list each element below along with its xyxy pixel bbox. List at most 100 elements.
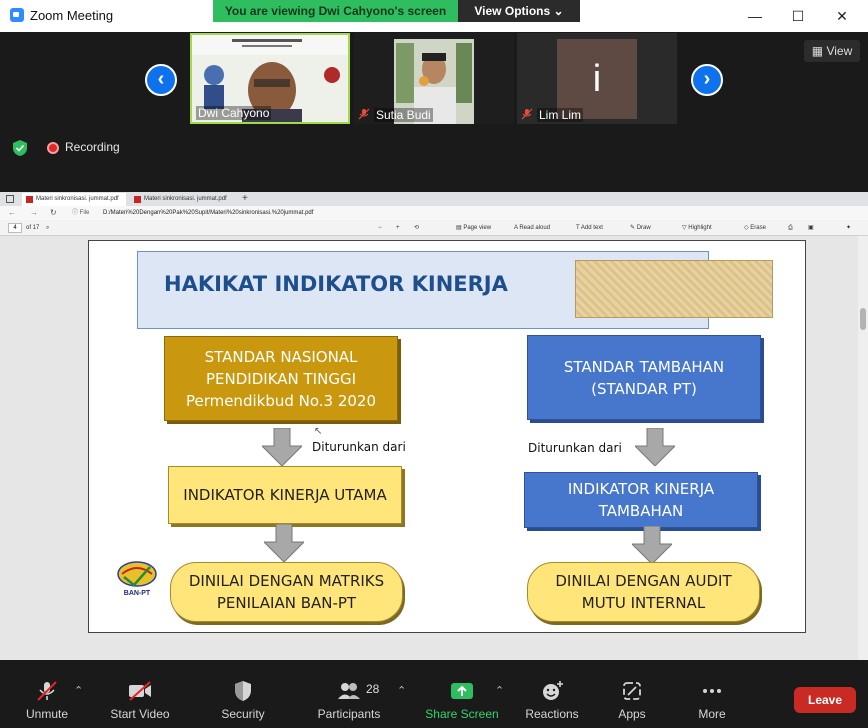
apps-icon bbox=[623, 682, 641, 700]
video-tile-dwi-cahyono[interactable]: Dwi Cahyono bbox=[190, 33, 350, 124]
video-tile-sutia-budi[interactable]: Sutia Budi bbox=[354, 33, 514, 124]
forward-icon[interactable]: → bbox=[30, 206, 38, 220]
url-input[interactable]: D:/Materi%20Dengan%20Pak%20Supit/Materi%… bbox=[103, 206, 313, 220]
chevron-down-icon: ⌄ bbox=[553, 4, 564, 18]
pin-icon[interactable]: ✦ bbox=[846, 220, 851, 236]
box-line: TAMBAHAN bbox=[598, 502, 684, 520]
standar-tambahan-box: STANDAR TAMBAHAN (STANDAR PT) bbox=[527, 335, 761, 420]
down-arrow-icon bbox=[264, 524, 304, 562]
participant-name: Dwi Cahyono bbox=[196, 106, 272, 120]
share-screen-button[interactable]: Share Screen bbox=[424, 660, 500, 728]
dinilai-matriks-box: DINILAI DENGAN MATRIKS PENILAIAN BAN-PT bbox=[170, 562, 403, 622]
mic-muted-icon bbox=[521, 108, 533, 120]
page-total: of 17 bbox=[26, 225, 40, 231]
participants-icon bbox=[338, 683, 360, 699]
video-off-icon bbox=[129, 681, 151, 701]
reactions-label: Reactions bbox=[525, 707, 579, 721]
address-bar: ← → ↻ ⓘ File D:/Materi%20Dengan%20Pak%20… bbox=[0, 206, 868, 220]
recording-icon[interactable] bbox=[47, 142, 59, 154]
box-line: INDIKATOR KINERJA UTAMA bbox=[183, 486, 387, 504]
down-arrow-icon bbox=[632, 526, 672, 564]
browser-tab-active[interactable]: Materi sinkronisasi. jummat.pdf bbox=[22, 193, 126, 206]
participant-count: 28 bbox=[366, 682, 380, 696]
share-screen-icon bbox=[451, 683, 473, 699]
previous-page-button[interactable]: ‹ bbox=[145, 64, 177, 96]
refresh-icon[interactable]: ↻ bbox=[50, 206, 57, 220]
pdf-toolbar: 4 of 17 ⌕ − + ⟲ ▤ Page view A Read aloud… bbox=[0, 220, 868, 236]
start-video-button[interactable]: Start Video bbox=[104, 660, 176, 728]
new-tab-icon[interactable]: + bbox=[242, 192, 248, 206]
participant-name: Sutia Budi bbox=[374, 108, 433, 122]
security-button[interactable]: Security bbox=[210, 660, 276, 728]
encryption-shield-icon[interactable] bbox=[12, 139, 28, 157]
save-icon[interactable]: ▣ bbox=[808, 220, 814, 236]
share-options-caret-icon[interactable]: ⌃ bbox=[495, 684, 504, 697]
minimize-icon[interactable]: — bbox=[744, 5, 766, 27]
erase-button[interactable]: ◇ Erase bbox=[744, 220, 766, 236]
tab-label: Materi sinkronisasi. jummat.pdf bbox=[144, 196, 227, 202]
dinilai-audit-box: DINILAI DENGAN AUDIT MUTU INTERNAL bbox=[527, 562, 760, 622]
add-text-button[interactable]: T Add text bbox=[576, 220, 603, 236]
svg-text:BAN-PT: BAN-PT bbox=[124, 590, 151, 597]
file-scheme-label: ⓘ File bbox=[72, 210, 90, 216]
box-line: PENDIDIKAN TINGGI bbox=[206, 369, 356, 388]
share-screen-label: Share Screen bbox=[425, 707, 499, 721]
view-label: View bbox=[826, 44, 853, 58]
highlight-button[interactable]: ▽ Highlight bbox=[682, 220, 712, 236]
zoom-out-icon[interactable]: − bbox=[378, 220, 382, 236]
page-number-input[interactable]: 4 bbox=[8, 223, 22, 233]
participants-label: Participants bbox=[317, 707, 381, 721]
reactions-smiley-icon bbox=[543, 681, 563, 700]
tab-label: Materi sinkronisasi. jummat.pdf bbox=[36, 196, 119, 202]
close-icon[interactable]: ✕ bbox=[831, 5, 853, 27]
viewing-screen-banner: You are viewing Dwi Cahyono's screen bbox=[213, 0, 458, 22]
recording-label: Recording bbox=[65, 140, 120, 154]
box-line: (STANDAR PT) bbox=[591, 379, 697, 398]
meeting-toolbar: Unmute ⌃ Start Video Security Participan… bbox=[0, 660, 868, 728]
zoom-in-icon[interactable]: + bbox=[396, 220, 400, 236]
page-view-button[interactable]: ▤ Page view bbox=[456, 220, 491, 236]
ban-pt-logo: BAN-PT bbox=[117, 561, 157, 597]
view-layout-button[interactable]: ▦ View bbox=[804, 40, 860, 62]
apps-button[interactable]: Apps bbox=[604, 660, 660, 728]
standar-nasional-box: STANDAR NASIONAL PENDIDIKAN TINGGI Perme… bbox=[164, 336, 398, 421]
participants-caret-icon[interactable]: ⌃ bbox=[397, 684, 406, 697]
draw-button[interactable]: ✎ Draw bbox=[630, 220, 651, 236]
zoom-app-icon bbox=[10, 8, 24, 22]
pdf-icon bbox=[134, 196, 141, 203]
read-aloud-button[interactable]: A Read aloud bbox=[514, 220, 550, 236]
derived-note-right: Diturunkan dari bbox=[528, 441, 622, 455]
down-arrow-icon bbox=[635, 428, 675, 466]
unmute-button[interactable]: Unmute bbox=[14, 660, 80, 728]
leave-button[interactable]: Leave bbox=[794, 687, 856, 713]
box-line: STANDAR NASIONAL bbox=[204, 347, 358, 366]
browser-tab-strip: Materi sinkronisasi. jummat.pdf Materi s… bbox=[0, 192, 868, 206]
rotate-icon[interactable]: ⟲ bbox=[414, 220, 419, 236]
scrollbar-thumb[interactable] bbox=[860, 308, 866, 330]
maximize-icon[interactable]: ☐ bbox=[787, 5, 809, 27]
print-icon[interactable]: ⎙ bbox=[788, 220, 793, 236]
participant-name: Lim Lim bbox=[537, 108, 584, 122]
audio-options-caret-icon[interactable]: ⌃ bbox=[74, 684, 83, 697]
tab-actions-icon[interactable] bbox=[6, 195, 14, 203]
avatar-initial: i bbox=[592, 58, 602, 100]
box-line: STANDAR TAMBAHAN bbox=[563, 357, 725, 376]
indikator-kinerja-tambahan-box: INDIKATOR KINERJA TAMBAHAN bbox=[524, 472, 758, 528]
video-tile-lim-lim[interactable]: i Lim Lim bbox=[517, 33, 677, 124]
browser-tab[interactable]: Materi sinkronisasi. jummat.pdf bbox=[130, 193, 234, 206]
security-label: Security bbox=[221, 707, 265, 721]
search-icon[interactable]: ⌕ bbox=[46, 220, 49, 236]
mic-muted-icon bbox=[37, 681, 57, 701]
more-button[interactable]: More bbox=[686, 660, 738, 728]
reactions-button[interactable]: Reactions bbox=[520, 660, 584, 728]
avatar: i bbox=[557, 39, 637, 119]
pdf-scrollbar[interactable] bbox=[858, 236, 868, 660]
box-line: INDIKATOR KINERJA bbox=[567, 480, 715, 498]
slide-title: HAKIKAT INDIKATOR KINERJA bbox=[164, 272, 508, 296]
back-icon[interactable]: ← bbox=[8, 206, 16, 220]
start-video-label: Start Video bbox=[110, 707, 170, 721]
next-page-button[interactable]: › bbox=[691, 64, 723, 96]
view-options-label: View Options bbox=[474, 4, 551, 18]
grid-icon: ▦ bbox=[811, 44, 824, 58]
view-options-button[interactable]: View Options ⌄ bbox=[458, 0, 580, 22]
